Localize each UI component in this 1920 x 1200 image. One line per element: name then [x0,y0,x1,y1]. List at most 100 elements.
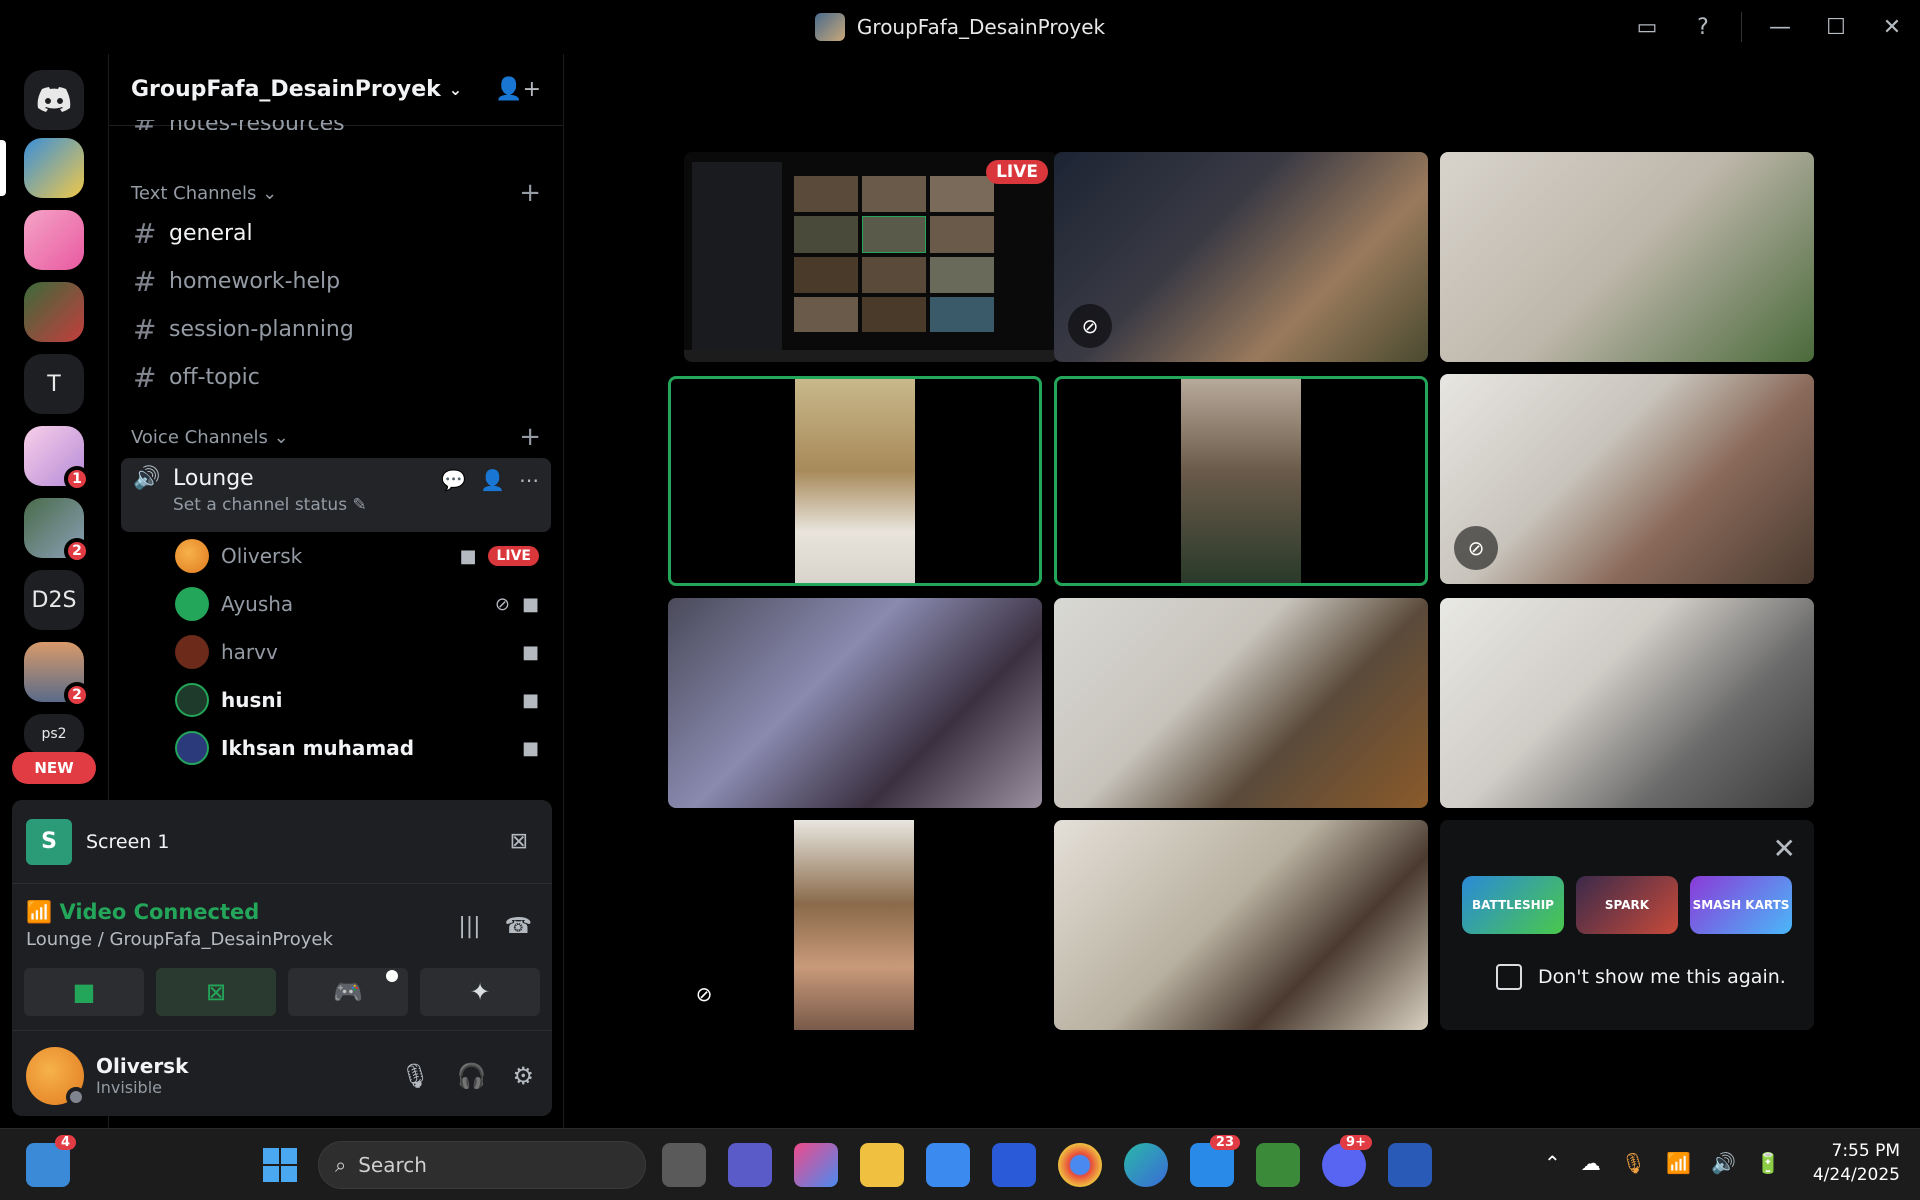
guild-header[interactable]: GroupFafa_DesainProyek ⌄ 👤+ [109,54,563,126]
task-view-icon[interactable] [662,1143,706,1187]
connection-status[interactable]: Video Connected [59,900,259,924]
server-icon-6[interactable]: 2 [24,642,90,708]
edge-icon[interactable] [1124,1143,1168,1187]
dont-show-checkbox[interactable]: Don't show me this again. [1496,964,1786,990]
channel-name: off-topic [169,364,260,390]
cloud-icon[interactable]: ☁ [1581,1151,1601,1175]
notification-badge: 4 [54,1135,76,1150]
gear-icon[interactable]: ⚙ [512,1062,534,1090]
checkbox[interactable] [1496,964,1522,990]
close-icon[interactable]: ✕ [1773,832,1796,865]
inbox-icon[interactable]: ▭ [1619,0,1675,54]
start-icon[interactable] [258,1143,302,1187]
minimize-button[interactable]: — [1752,0,1808,54]
screen-label: Screen 1 [86,830,170,853]
file-explorer-icon[interactable] [860,1143,904,1187]
video-tile-stream[interactable]: LIVE [684,152,1058,362]
chevron-up-icon[interactable]: ⌃ [1544,1151,1561,1175]
close-button[interactable]: ✕ [1864,0,1920,54]
category-label: Text Channels [131,182,257,204]
video-tile-8[interactable] [1054,598,1428,808]
avatar[interactable] [26,1046,86,1107]
app-icon[interactable]: 23 [1190,1135,1240,1187]
voice-user-oliversk[interactable]: Oliversk ■ LIVE [109,532,563,580]
voice-user-ayusha[interactable]: Ayusha ⊘ ■ [109,580,563,628]
more-icon[interactable]: ⋯ [519,468,539,492]
chat-icon[interactable]: 💬 [441,468,466,492]
app-icon[interactable] [1256,1143,1300,1187]
video-tile-6[interactable]: ⊘ [1440,374,1814,584]
video-tile-7[interactable] [668,598,1042,808]
voice-user-ikhsan[interactable]: Ikhsan muhamad ■ [109,724,563,772]
battery-icon[interactable]: 🔋 [1756,1151,1781,1175]
noise-suppression-icon[interactable]: ||| [458,914,480,939]
game-tile-smash-karts[interactable]: SMASH KARTS [1690,876,1792,934]
taskbar-search[interactable]: ⌕ Search [318,1141,646,1189]
video-tile-10[interactable]: ⊘ [668,820,1042,1030]
video-tile-11[interactable] [1054,820,1428,1030]
add-channel-icon[interactable]: + [519,178,541,208]
server-icon-t[interactable]: T [24,354,84,414]
channel-off-topic[interactable]: # off-topic [121,354,551,400]
channel-status[interactable]: Set a channel status [173,495,347,515]
stop-stream-icon[interactable]: ⊠ [510,829,528,854]
channel-session-planning[interactable]: # session-planning [121,306,551,352]
game-tile-spark[interactable]: SPARK [1576,876,1678,934]
discord-icon[interactable]: 9+ [1322,1135,1372,1187]
video-tile-9[interactable] [1440,598,1814,808]
files-app-icon[interactable]: 4 [26,1135,76,1187]
voice-user-husni[interactable]: husni ■ [109,676,563,724]
chrome-icon[interactable] [1058,1143,1102,1187]
app-icon[interactable] [992,1143,1036,1187]
category-voice-channels[interactable]: Voice Channels ⌄ + [109,422,563,452]
hash-icon: # [133,264,157,298]
voice-channel-lounge[interactable]: 🔊 Lounge Set a channel status ✎ 💬 👤 ⋯ [121,458,551,532]
video-tile-5[interactable] [1054,376,1428,586]
server-icon-d2s[interactable]: D2S [24,570,84,630]
word-icon[interactable] [1388,1143,1432,1187]
microphone-icon[interactable]: 🎙 [1621,1151,1646,1175]
video-feed [1054,598,1428,808]
server-icon-1[interactable] [24,138,84,198]
invite-icon[interactable]: 👤+ [495,77,541,102]
add-channel-icon[interactable]: + [519,422,541,452]
teams-icon[interactable] [728,1143,772,1187]
video-tile-2[interactable]: ⊘ [1054,152,1428,362]
screen-share-button[interactable]: ⊠ [156,968,276,1016]
camera-button[interactable]: ■ [24,968,144,1016]
hash-icon: # [133,216,157,250]
server-icon-2[interactable] [24,210,84,270]
wifi-icon[interactable]: 📶 [1666,1151,1691,1175]
search-input[interactable]: Search [358,1153,427,1177]
server-icon-3[interactable] [24,282,84,342]
checkbox-label: Don't show me this again. [1538,966,1786,988]
disconnect-icon[interactable]: ☎ [505,914,532,939]
microphone-icon[interactable]: 🎙 [400,1062,430,1090]
help-icon[interactable]: ? [1675,0,1731,54]
game-tile-battleship[interactable]: BATTLESHIP [1462,876,1564,934]
maximize-button[interactable]: ☐ [1808,0,1864,54]
pencil-icon: ✎ [352,495,367,515]
title-bar: GroupFafa_DesainProyek ▭ ? — ☐ ✕ [0,0,1920,54]
server-icon-7[interactable]: ps2 [24,714,84,754]
soundboard-button[interactable]: ✦ [420,968,540,1016]
video-tile-3[interactable] [1440,152,1814,362]
volume-icon[interactable]: 🔊 [1711,1151,1736,1175]
channel-partial[interactable]: #notes-resources [121,120,551,130]
invite-icon[interactable]: 👤 [480,468,505,492]
category-text-channels[interactable]: Text Channels ⌄ + [109,178,563,208]
copilot-icon[interactable] [794,1143,838,1187]
server-icon-5[interactable]: 2 [24,498,90,564]
video-tile-4[interactable] [668,376,1042,586]
soundboard-icon: ✦ [469,978,491,1006]
discord-home-icon[interactable] [24,70,84,130]
active-server-pill [0,140,6,196]
voice-user-harvv[interactable]: harvv ■ [109,628,563,676]
activity-button[interactable]: 🎮 [288,968,408,1016]
headphones-icon[interactable]: 🎧 [457,1062,487,1090]
store-icon[interactable] [926,1143,970,1187]
channel-homework-help[interactable]: # homework-help [121,258,551,304]
clock[interactable]: 7:55 PM 4/24/2025 [1813,1139,1900,1187]
channel-general[interactable]: # general [121,210,551,256]
server-icon-4[interactable]: 1 [24,426,90,492]
